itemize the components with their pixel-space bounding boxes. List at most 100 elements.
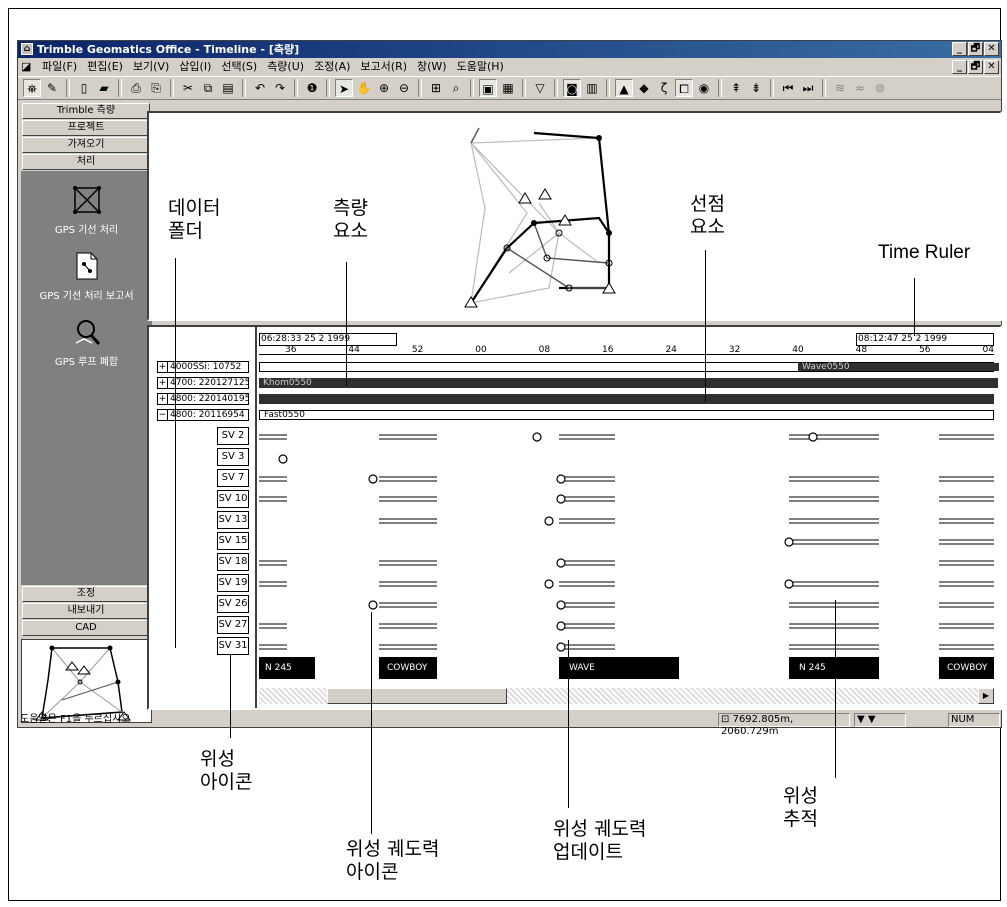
grid-icon[interactable]: ▦ (499, 79, 517, 97)
mdi-restore-button[interactable]: 🗗 (968, 60, 983, 74)
overview-map[interactable] (21, 639, 152, 723)
table-icon[interactable]: ▥ (583, 79, 601, 97)
menu-reports[interactable]: 보고서(R) (355, 58, 412, 75)
satellite-icon[interactable]: SV 2 (217, 427, 249, 445)
circle-icon[interactable]: ◉ (695, 79, 713, 97)
satellite-icon[interactable]: SV 18 (217, 553, 249, 571)
gps-loop-closure[interactable]: GPS 루프 폐합 (21, 317, 152, 368)
print-preview-icon[interactable]: ⎘ (147, 79, 165, 97)
menu-file[interactable]: 파일(F) (37, 58, 82, 75)
receiver-row-1[interactable]: +4000SSi: 10752 (157, 361, 249, 373)
point-bar[interactable]: N 245 COWBOY WAVE N 245 COWBOY (259, 657, 994, 679)
satellite-icon[interactable]: SV 19 (217, 574, 249, 592)
menu-window[interactable]: 창(W) (412, 58, 452, 75)
satellite-icon[interactable]: SV 31 (217, 637, 249, 655)
copy-icon[interactable]: ⧉ (199, 79, 217, 97)
sidebar-item-import[interactable]: 가져오기 (22, 137, 150, 153)
mdi-close-button[interactable]: ✕ (984, 60, 999, 74)
paste-icon[interactable]: ▤ (219, 79, 237, 97)
gps-baseline-processing[interactable]: GPS 기선 처리 (21, 185, 152, 236)
satellite-icon[interactable]: SV 26 (217, 595, 249, 613)
satellite-icon[interactable]: SV 15 (217, 532, 249, 550)
sidebar-item-export[interactable]: 내보내기 (22, 603, 150, 619)
sidebar-item-project[interactable]: 프로젝트 (22, 120, 150, 136)
triangle-icon[interactable]: ▲ (615, 79, 633, 97)
satellite-tracks[interactable] (259, 425, 994, 655)
zoom-in-icon[interactable]: ⊕ (375, 79, 393, 97)
satellite-icon[interactable]: SV 3 (217, 448, 249, 466)
cut-icon[interactable]: ✂ (179, 79, 197, 97)
curve-icon[interactable]: ζ (655, 79, 673, 97)
first-icon[interactable]: ⏮ (779, 79, 797, 97)
sort-up-icon[interactable]: ⇞ (727, 79, 745, 97)
snapshot-icon[interactable]: ◙ (563, 79, 581, 97)
diamond-icon[interactable]: ◆ (635, 79, 653, 97)
scroll-thumb[interactable] (327, 688, 507, 704)
satellite-icon[interactable]: SV 13 (217, 511, 249, 529)
menu-insert[interactable]: 삽입(I) (174, 58, 216, 75)
occupation-segment[interactable]: Wave0550 (798, 363, 999, 372)
horizontal-scrollbar[interactable]: ▶ (259, 688, 994, 704)
sidebar-item-process[interactable]: 처리 (22, 154, 150, 170)
point-label[interactable]: COWBOY (379, 657, 437, 679)
sort-down-icon[interactable]: ⇟ (747, 79, 765, 97)
expand-button[interactable]: + (158, 394, 168, 404)
sidebar-item-cad[interactable]: CAD (22, 620, 150, 636)
bracket-icon[interactable]: ⧠ (675, 79, 693, 97)
menu-adjust[interactable]: 조정(A) (309, 58, 355, 75)
receiver-row-3[interactable]: +4800: 220140195 (157, 393, 249, 405)
survey-icon[interactable]: ⛯ (23, 79, 41, 97)
satellite-icon[interactable]: SV 7 (217, 469, 249, 487)
plan-view[interactable] (147, 111, 1002, 321)
time-ruler[interactable]: 06:28:33 25 2 1999 08:12:47 25 2 1999 36… (259, 333, 994, 355)
minimize-button[interactable]: _ (952, 42, 967, 56)
point-label[interactable]: COWBOY (939, 657, 994, 679)
new-icon[interactable]: ▯ (75, 79, 93, 97)
chart-b-icon[interactable]: ≈ (851, 79, 869, 97)
mdi-minimize-button[interactable]: _ (952, 60, 967, 74)
gps-baseline-report[interactable]: GPS 기선 처리 보고서 (21, 251, 152, 302)
satellite-icon[interactable]: SV 27 (217, 616, 249, 634)
filter-icon[interactable]: ▽ (531, 79, 549, 97)
zoom-extents-icon[interactable]: ⊞ (427, 79, 445, 97)
document-icon[interactable]: ◪ (21, 60, 34, 73)
open-icon[interactable]: ▰ (95, 79, 113, 97)
expand-button[interactable]: + (158, 378, 168, 388)
menu-edit[interactable]: 편집(E) (82, 58, 128, 75)
occupation-bar[interactable]: Khom0550 (259, 378, 998, 388)
edit-icon[interactable]: ✎ (43, 79, 61, 97)
occupation-bar[interactable]: Wave0550 (259, 362, 999, 372)
chart-c-icon[interactable]: ⊚ (871, 79, 889, 97)
sidebar-item-adjust[interactable]: 조정 (22, 586, 150, 602)
occupation-bar[interactable] (259, 394, 994, 404)
timeline-view[interactable]: 06:28:33 25 2 1999 08:12:47 25 2 1999 36… (147, 325, 1002, 710)
chart-a-icon[interactable]: ≋ (831, 79, 849, 97)
occupation-bar[interactable]: Fast0550 (259, 410, 994, 420)
sidebar-item-trimble-survey[interactable]: Trimble 측량 (22, 103, 150, 119)
receiver-row-4[interactable]: −4800: 20116954 (157, 409, 249, 421)
satellite-icon[interactable]: SV 10 (217, 490, 249, 508)
menu-survey[interactable]: 측량(U) (262, 58, 309, 75)
undo-icon[interactable]: ↶ (251, 79, 269, 97)
expand-button[interactable]: + (158, 362, 168, 372)
print-icon[interactable]: ⎙ (127, 79, 145, 97)
info-icon[interactable]: ❶ (303, 79, 321, 97)
title-bar[interactable]: ⌂ Trimble Geomatics Office - Timeline - … (18, 41, 1001, 58)
layer-icon[interactable]: ▣ (479, 79, 497, 97)
point-label[interactable]: N 245 (789, 657, 879, 679)
point-label[interactable]: WAVE (559, 657, 679, 679)
point-label[interactable]: N 245 (259, 657, 315, 679)
menu-select[interactable]: 선택(S) (216, 58, 262, 75)
zoom-window-icon[interactable]: ⌕ (447, 79, 465, 97)
menu-view[interactable]: 보기(V) (128, 58, 174, 75)
close-button[interactable]: ✕ (984, 42, 999, 56)
redo-icon[interactable]: ↷ (271, 79, 289, 97)
scroll-right-button[interactable]: ▶ (978, 688, 994, 704)
select-icon[interactable]: ➤ (335, 79, 353, 97)
receiver-row-2[interactable]: +4700: 220127125 (157, 377, 249, 389)
zoom-out-icon[interactable]: ⊖ (395, 79, 413, 97)
app-icon[interactable]: ⌂ (21, 43, 33, 55)
menu-help[interactable]: 도움말(H) (452, 58, 509, 75)
last-icon[interactable]: ⏭ (799, 79, 817, 97)
restore-button[interactable]: 🗗 (968, 42, 983, 56)
